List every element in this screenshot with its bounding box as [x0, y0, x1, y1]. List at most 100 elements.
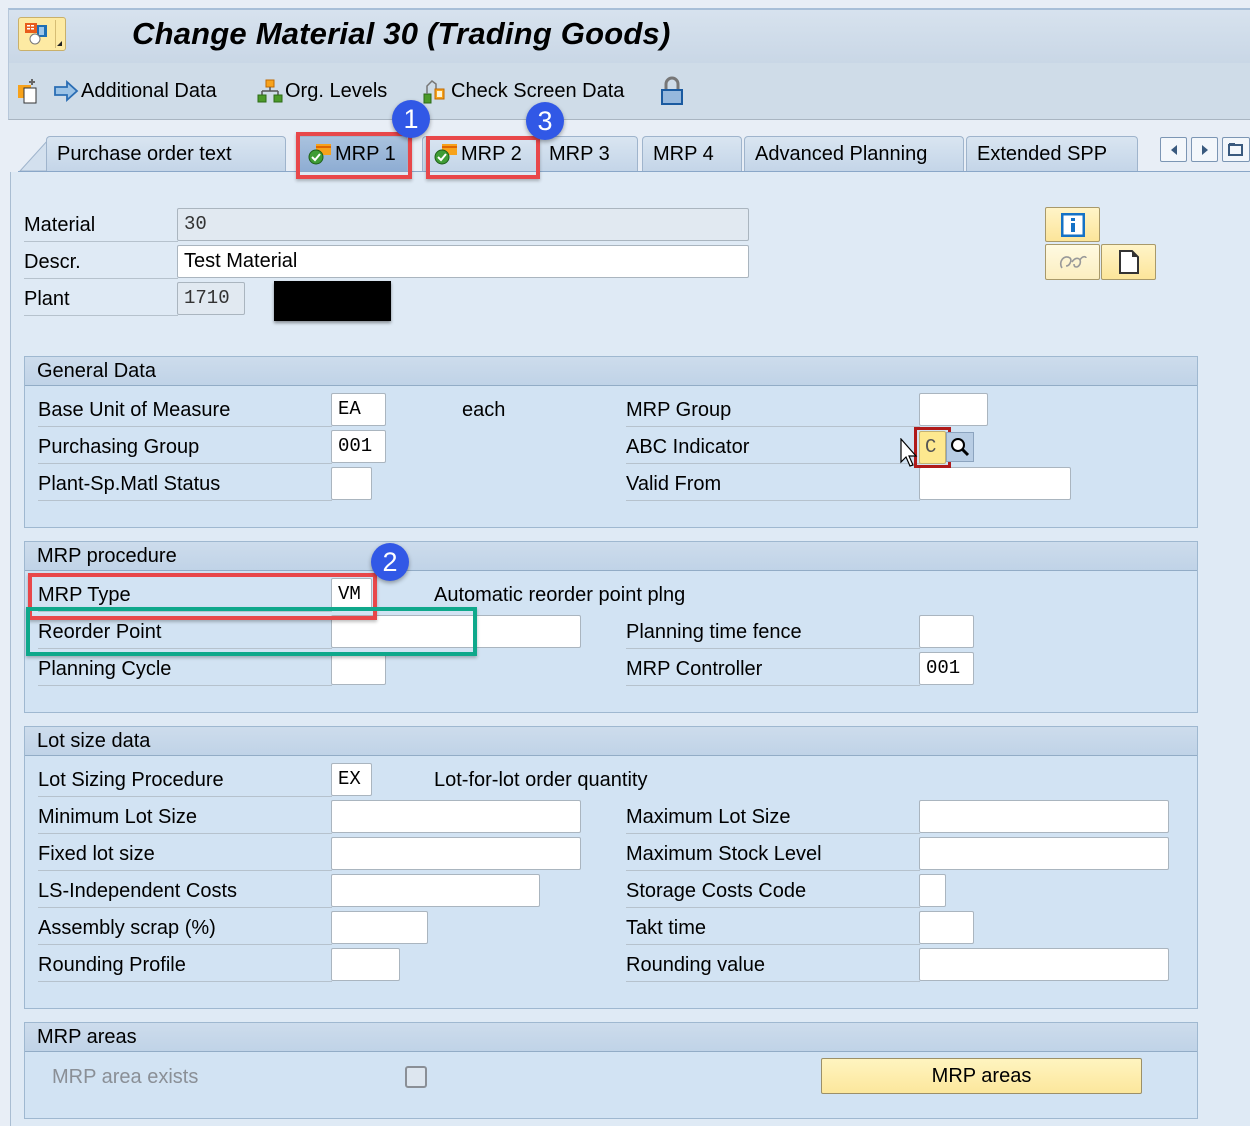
- tab-label: MRP 4: [653, 142, 714, 165]
- lock-button[interactable]: [659, 76, 687, 105]
- search-icon: [951, 438, 970, 457]
- check-screen-icon: [423, 80, 445, 104]
- mrp-type-label: MRP Type: [38, 579, 332, 612]
- mrp-type-field[interactable]: VM: [331, 578, 372, 611]
- storage-costs-code-label: Storage Costs Code: [626, 875, 920, 908]
- valid-from-field[interactable]: [919, 467, 1071, 500]
- tab-label: MRP 2: [461, 142, 522, 165]
- menu-separator: [55, 20, 56, 48]
- info-button[interactable]: [1045, 207, 1100, 242]
- material-label: Material: [24, 209, 178, 242]
- fixed-lot-size-label: Fixed lot size: [38, 838, 332, 871]
- abc-indicator-label: ABC Indicator: [626, 431, 920, 464]
- lock-icon: [661, 76, 683, 105]
- valid-from-label: Valid From: [626, 468, 920, 501]
- mrp-type-text: Automatic reorder point plng: [434, 584, 686, 606]
- purchasing-group-label: Purchasing Group: [38, 431, 332, 464]
- document-button[interactable]: [1101, 244, 1156, 280]
- mouse-cursor-icon: [900, 438, 918, 467]
- glasses-icon: [1059, 255, 1087, 269]
- tab-list-button[interactable]: [1222, 137, 1250, 162]
- check-screen-data-label: Check Screen Data: [451, 79, 625, 102]
- assembly-scrap-field[interactable]: [331, 911, 428, 944]
- tab-scroll-left-button[interactable]: [1160, 137, 1187, 162]
- assembly-scrap-label: Assembly scrap (%): [38, 912, 332, 945]
- base-uom-label: Base Unit of Measure: [38, 394, 332, 427]
- additional-data-button[interactable]: Additional Data: [53, 77, 217, 105]
- maximum-stock-level-field[interactable]: [919, 837, 1169, 870]
- tab-mrp-1[interactable]: MRP 1: [296, 136, 408, 171]
- tab-mrp-3[interactable]: MRP 3: [538, 136, 638, 171]
- rounding-profile-field[interactable]: [331, 948, 400, 981]
- planning-time-fence-label: Planning time fence: [626, 616, 920, 649]
- description-field[interactable]: Test Material: [177, 245, 749, 278]
- fixed-lot-size-field[interactable]: [331, 837, 581, 870]
- annotation-badge-1: 1: [392, 100, 430, 138]
- checked-tab-icon: [308, 144, 331, 165]
- plant-label: Plant: [24, 283, 178, 316]
- annotation-badge-3: 3: [526, 102, 564, 140]
- minimum-lot-size-field[interactable]: [331, 800, 581, 833]
- checked-tab-icon: [434, 144, 457, 165]
- base-uom-field[interactable]: EA: [331, 393, 386, 426]
- group-title: General Data: [25, 357, 1197, 386]
- maximum-lot-size-field[interactable]: [919, 800, 1169, 833]
- ls-independent-costs-label: LS-Independent Costs: [38, 875, 332, 908]
- tab-mrp-4[interactable]: MRP 4: [642, 136, 742, 171]
- org-levels-label: Org. Levels: [285, 79, 388, 102]
- tab-advanced-planning[interactable]: Advanced Planning: [744, 136, 964, 171]
- document-icon: [1118, 250, 1139, 274]
- group-title: MRP procedure: [25, 542, 1197, 571]
- display-button[interactable]: [1045, 244, 1100, 280]
- tab-mrp-2[interactable]: MRP 2: [422, 136, 542, 171]
- plant-status-field[interactable]: [331, 467, 372, 500]
- planning-cycle-field[interactable]: [331, 652, 386, 685]
- base-uom-text: each: [462, 399, 506, 421]
- mrp-group-label: MRP Group: [626, 394, 920, 427]
- redacted-plant-name: [274, 281, 391, 321]
- planning-time-fence-field[interactable]: [919, 615, 974, 648]
- tab-purchase-order-text[interactable]: Purchase order text: [46, 136, 286, 171]
- application-toolbar: Additional Data Org. Levels Check Screen…: [8, 63, 1250, 120]
- mrp-areas-button-label: MRP areas: [931, 1064, 1032, 1087]
- reorder-point-field[interactable]: [331, 615, 581, 648]
- plant-status-label: Plant-Sp.Matl Status: [38, 468, 332, 501]
- tab-strip: Purchase order text MRP 1 MRP 2 MRP 3 MR…: [8, 120, 1250, 173]
- storage-costs-code-field[interactable]: [919, 874, 946, 907]
- minimum-lot-size-label: Minimum Lot Size: [38, 801, 332, 834]
- org-levels-button[interactable]: Org. Levels: [257, 77, 387, 105]
- check-screen-data-button[interactable]: Check Screen Data: [421, 77, 624, 105]
- lot-sizing-procedure-field[interactable]: EX: [331, 763, 372, 796]
- lot-sizing-procedure-label: Lot Sizing Procedure: [38, 764, 332, 797]
- mrp-areas-button[interactable]: MRP areas: [821, 1058, 1142, 1094]
- tab-label: Advanced Planning: [755, 142, 928, 165]
- tab-label: Purchase order text: [57, 142, 232, 165]
- system-menu-button[interactable]: [18, 17, 66, 51]
- mrp-area-exists-checkbox[interactable]: [405, 1066, 427, 1088]
- tab-scroll-right-button[interactable]: [1191, 137, 1218, 162]
- planning-cycle-label: Planning Cycle: [38, 653, 332, 686]
- additional-data-label: Additional Data: [81, 79, 217, 102]
- create-document-icon: [18, 79, 37, 104]
- purchasing-group-field[interactable]: 001: [331, 430, 386, 463]
- material-field[interactable]: 30: [177, 208, 749, 241]
- plant-field[interactable]: 1710: [177, 282, 245, 315]
- create-button[interactable]: [17, 77, 45, 105]
- title-bar: Change Material 30 (Trading Goods): [8, 8, 1250, 63]
- ls-independent-costs-field[interactable]: [331, 874, 540, 907]
- rounding-value-label: Rounding value: [626, 949, 920, 982]
- maximum-lot-size-label: Maximum Lot Size: [626, 801, 920, 834]
- tab-label: Extended SPP: [977, 142, 1108, 165]
- mrp-group-field[interactable]: [919, 393, 988, 426]
- takt-time-label: Takt time: [626, 912, 920, 945]
- mrp-controller-field[interactable]: 001: [919, 652, 974, 685]
- takt-time-field[interactable]: [919, 911, 974, 944]
- tab-list-icon: [1228, 142, 1243, 156]
- rounding-value-field[interactable]: [919, 948, 1169, 981]
- rounding-profile-label: Rounding Profile: [38, 949, 332, 982]
- scroll-right-icon: [1201, 144, 1208, 155]
- abc-indicator-field[interactable]: C: [919, 431, 946, 464]
- tab-extended-spp[interactable]: Extended SPP: [966, 136, 1138, 171]
- scroll-left-icon: [1170, 144, 1177, 155]
- value-help-button[interactable]: [946, 432, 974, 462]
